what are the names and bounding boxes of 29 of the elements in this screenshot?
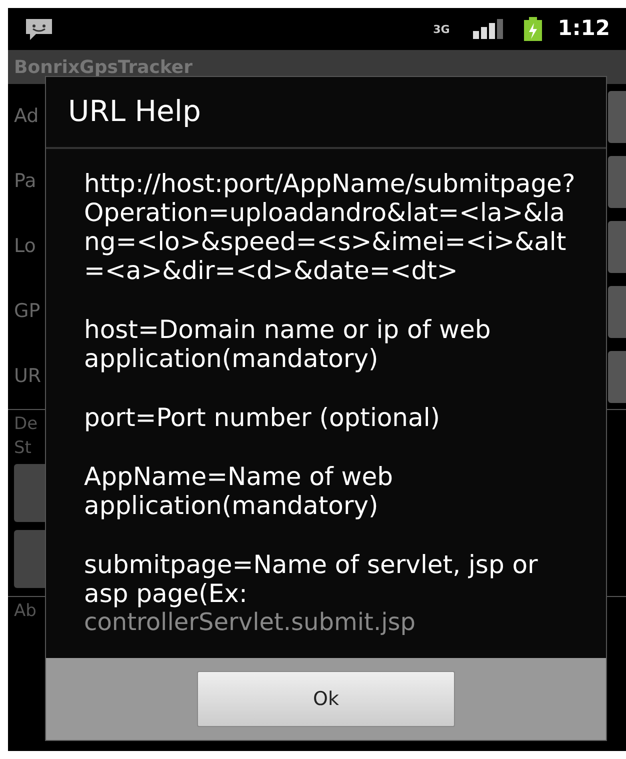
help-text: host=Domain name or ip of web application(mandatory) xyxy=(84,315,492,373)
help-text: http://host:port/AppName/submitpage?Operation=uploadandro&lat=<la>&lang=<lo>&speed=<s>&imei=<i>&alt=<a>&dir=<d>&date=<dt> xyxy=(84,169,576,285)
help-text: controllerServlet.submit.jsp xyxy=(84,608,416,636)
text-field[interactable] xyxy=(608,286,626,338)
help-text: port=Port number (optional) xyxy=(84,403,442,432)
clock-time: 1:12 xyxy=(558,15,610,42)
signal-icon xyxy=(472,19,504,39)
app-button[interactable] xyxy=(14,530,45,588)
battery-icon xyxy=(524,17,542,41)
text-field[interactable] xyxy=(608,220,626,272)
status-label: De xyxy=(14,413,38,436)
about-label: Ab xyxy=(14,601,36,621)
field-label: Lo xyxy=(14,234,36,260)
field-label: GP xyxy=(14,299,40,324)
chat-icon[interactable] xyxy=(24,17,54,41)
app-button[interactable] xyxy=(14,464,45,522)
ok-button[interactable]: Ok xyxy=(197,671,455,727)
text-field[interactable] xyxy=(608,350,626,402)
help-text: submitpage=Name of servlet, jsp or asp page(Ex: xyxy=(84,550,539,608)
app-title: BonrixGpsTracker xyxy=(14,56,192,80)
text-field[interactable] xyxy=(608,156,626,208)
field-label: Pa xyxy=(14,169,36,194)
help-text: AppName=Name of web application(mandatory) xyxy=(84,462,394,520)
dialog-title: URL Help xyxy=(68,93,201,130)
status-label: St xyxy=(14,437,32,460)
network-type-label: 3G xyxy=(433,24,450,34)
field-label: Ad xyxy=(14,104,39,130)
field-label: UR xyxy=(14,364,42,390)
text-field[interactable] xyxy=(608,90,626,142)
